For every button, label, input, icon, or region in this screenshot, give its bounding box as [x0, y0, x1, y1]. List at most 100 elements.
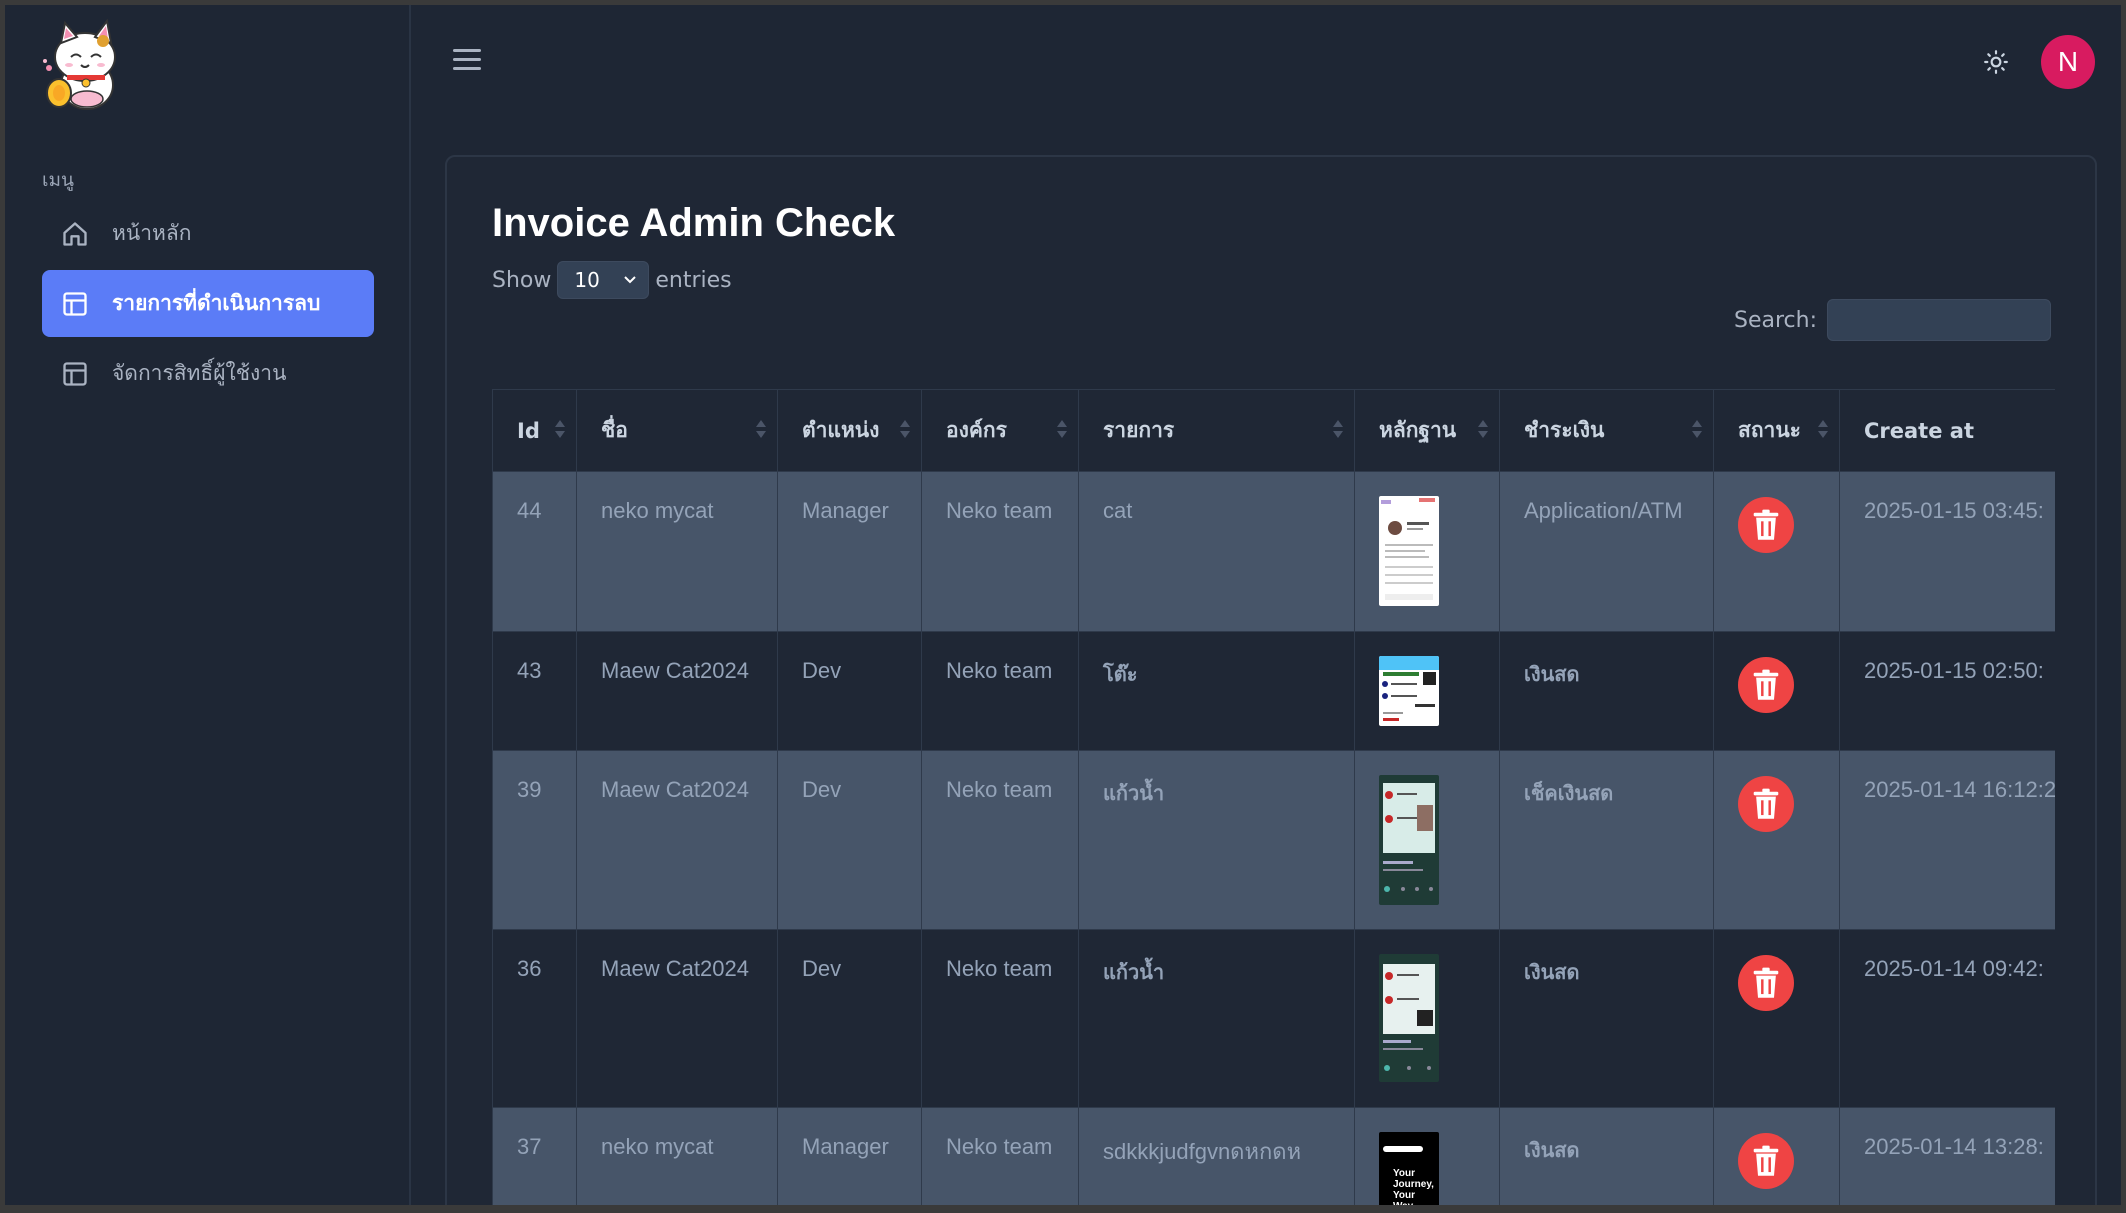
- chevron-down-icon: [624, 276, 637, 284]
- receipt-thumbnail[interactable]: Your Journey, Your Way.: [1379, 1132, 1439, 1205]
- sort-icon: [1477, 418, 1489, 442]
- cell-org: Neko team: [921, 750, 1079, 930]
- cell-name: Maew Cat2024: [576, 631, 778, 751]
- receipt-thumbnail[interactable]: [1379, 496, 1439, 606]
- sidebar-item-label: จัดการสิทธิ์ผู้ใช้งาน: [112, 361, 287, 385]
- column-header-name[interactable]: ชื่อ: [576, 389, 778, 472]
- cell-evidence: [1354, 929, 1500, 1108]
- column-header-status[interactable]: สถานะ: [1713, 389, 1840, 472]
- search-label: Search:: [1734, 307, 1817, 333]
- avatar[interactable]: N: [2041, 35, 2095, 89]
- sort-icon: [1691, 418, 1703, 442]
- cell-item: sdkkkjudfgvnดหกดห: [1078, 1107, 1355, 1205]
- cell-payment: Application/ATM: [1499, 471, 1714, 632]
- receipt-thumbnail[interactable]: [1379, 954, 1439, 1082]
- cell-created: 2025-01-14 16:12:2: [1839, 750, 2055, 930]
- sidebar-item-label: รายการที่ดำเนินการลบ: [112, 291, 321, 315]
- cell-name: neko mycat: [576, 471, 778, 632]
- cell-item: cat: [1078, 471, 1355, 632]
- entries-label: entries: [655, 267, 732, 293]
- cell-id: 36: [492, 929, 577, 1108]
- column-header-payment[interactable]: ชำระเงิน: [1499, 389, 1714, 472]
- cell-created: 2025-01-14 09:42:: [1839, 929, 2055, 1108]
- sidebar: เมนู หน้าหลัก รายการที่ดำเนินการลบ จัดกา…: [5, 5, 411, 1205]
- trash-icon: [1753, 509, 1779, 540]
- cell-position: Dev: [777, 631, 922, 751]
- table-row: 44 neko mycat Manager Neko team cat Appl…: [492, 471, 2055, 632]
- page-title: Invoice Admin Check: [492, 201, 896, 245]
- receipt-thumbnail[interactable]: [1379, 656, 1439, 726]
- cell-payment: เงินสด: [1499, 1107, 1714, 1205]
- table-icon: [60, 289, 90, 319]
- cell-position: Dev: [777, 929, 922, 1108]
- table-row: 43 Maew Cat2024 Dev Neko team โต๊ะ เงินส…: [492, 631, 2055, 751]
- cell-position: Manager: [777, 471, 922, 632]
- cell-item: แก้วน้ำ: [1078, 750, 1355, 930]
- cell-position: Dev: [777, 750, 922, 930]
- sidebar-item-permissions[interactable]: จัดการสิทธิ์ผู้ใช้งาน: [42, 340, 374, 407]
- column-header-position[interactable]: ตำแหน่ง: [777, 389, 922, 472]
- trash-icon: [1753, 967, 1779, 998]
- sort-icon: [554, 418, 566, 442]
- cell-status: [1713, 750, 1840, 930]
- search-input[interactable]: [1827, 299, 2051, 341]
- cell-org: Neko team: [921, 1107, 1079, 1205]
- sidebar-item-home[interactable]: หน้าหลัก: [42, 200, 374, 267]
- cell-name: neko mycat: [576, 1107, 778, 1205]
- cell-id: 37: [492, 1107, 577, 1205]
- trash-icon: [1753, 788, 1779, 819]
- cell-org: Neko team: [921, 929, 1079, 1108]
- show-label: Show: [492, 267, 552, 293]
- menu-toggle-icon[interactable]: [453, 49, 481, 73]
- entries-select[interactable]: 10: [557, 261, 650, 299]
- table-icon: [60, 359, 90, 389]
- delete-button[interactable]: [1738, 776, 1794, 832]
- home-icon: [60, 219, 90, 249]
- cell-name: Maew Cat2024: [576, 929, 778, 1108]
- invoice-card: Invoice Admin Check Show 10 entries Sear…: [445, 155, 2097, 1205]
- search-bar-thumb: [1383, 1146, 1423, 1152]
- cell-name: Maew Cat2024: [576, 750, 778, 930]
- sort-icon: [755, 418, 767, 442]
- sidebar-item-deleted-items[interactable]: รายการที่ดำเนินการลบ: [42, 270, 374, 337]
- delete-button[interactable]: [1738, 497, 1794, 553]
- cell-created: 2025-01-15 03:45:: [1839, 471, 2055, 632]
- cell-payment: เงินสด: [1499, 929, 1714, 1108]
- table-row: 39 Maew Cat2024 Dev Neko team แก้วน้ำ เช…: [492, 750, 2055, 930]
- column-header-evidence[interactable]: หลักฐาน: [1354, 389, 1500, 472]
- cell-evidence: Your Journey, Your Way.: [1354, 1107, 1500, 1205]
- invoice-table-wrapper: Id ชื่อ ตำแหน่ง องค์กร รายการ หลักฐาน ชำ…: [492, 389, 2055, 1205]
- cell-payment: เงินสด: [1499, 631, 1714, 751]
- menu-heading: เมนู: [42, 169, 75, 191]
- column-header-id[interactable]: Id: [492, 389, 577, 472]
- trash-icon: [1753, 669, 1779, 700]
- sort-icon: [1817, 418, 1829, 442]
- entries-control: Show 10 entries: [492, 261, 732, 299]
- table-header-row: Id ชื่อ ตำแหน่ง องค์กร รายการ หลักฐาน ชำ…: [492, 389, 2055, 472]
- search-control: Search:: [1734, 299, 2051, 341]
- cell-item: แก้วน้ำ: [1078, 929, 1355, 1108]
- sort-icon: [1332, 418, 1344, 442]
- lucky-cat-logo[interactable]: [37, 13, 127, 113]
- cell-id: 43: [492, 631, 577, 751]
- invoice-table: Id ชื่อ ตำแหน่ง องค์กร รายการ หลักฐาน ชำ…: [492, 389, 2055, 1205]
- cell-status: [1713, 471, 1840, 632]
- entries-value: 10: [574, 268, 600, 292]
- table-row: 36 Maew Cat2024 Dev Neko team แก้วน้ำ เง…: [492, 929, 2055, 1108]
- delete-button[interactable]: [1738, 1133, 1794, 1189]
- column-header-item[interactable]: รายการ: [1078, 389, 1355, 472]
- column-header-created[interactable]: Create at: [1839, 389, 2055, 472]
- sort-icon: [1056, 418, 1068, 442]
- cell-payment: เช็คเงินสด: [1499, 750, 1714, 930]
- app-window: เมนู หน้าหลัก รายการที่ดำเนินการลบ จัดกา…: [5, 5, 2121, 1205]
- cell-status: [1713, 929, 1840, 1108]
- table-row: 37 neko mycat Manager Neko team sdkkkjud…: [492, 1107, 2055, 1205]
- delete-button[interactable]: [1738, 657, 1794, 713]
- cell-status: [1713, 631, 1840, 751]
- delete-button[interactable]: [1738, 955, 1794, 1011]
- receipt-thumbnail[interactable]: [1379, 775, 1439, 905]
- cell-position: Manager: [777, 1107, 922, 1205]
- sun-icon[interactable]: [1983, 49, 2009, 75]
- column-header-org[interactable]: องค์กร: [921, 389, 1079, 472]
- cell-created: 2025-01-15 02:50:: [1839, 631, 2055, 751]
